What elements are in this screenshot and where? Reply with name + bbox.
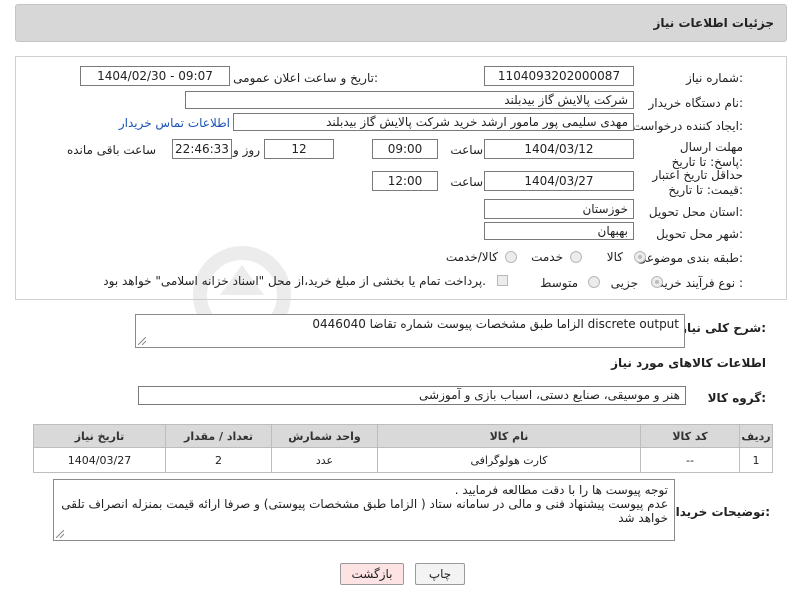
cell-code: -- <box>640 447 740 473</box>
notes-resize-handle-icon[interactable] <box>56 530 64 538</box>
process-radio-medium[interactable] <box>588 276 600 288</box>
col-unit: واحد شمارش <box>271 424 378 448</box>
resize-handle-icon[interactable] <box>138 337 146 345</box>
process-radio-partial[interactable] <box>651 276 663 288</box>
goods-table-header: ردیف کد کالا نام کالا واحد شمارش تعداد /… <box>33 424 773 448</box>
cell-qty: 2 <box>165 447 272 473</box>
description-label: شرح کلی نیاز: <box>680 321 766 335</box>
goods-section-title: اطلاعات کالاهای مورد نیاز <box>611 356 766 370</box>
col-name: نام کالا <box>377 424 641 448</box>
category-option-goods: کالا <box>606 250 623 264</box>
contact-info-link[interactable]: اطلاعات تماس خریدار <box>119 116 230 130</box>
panel-header: جزئیات اطلاعات نیاز <box>15 4 787 42</box>
col-row: ردیف <box>739 424 773 448</box>
reply-deadline-label: مهلت ارسال پاسخ: تا تاریخ: <box>671 140 743 169</box>
category-radio-service[interactable] <box>570 251 582 263</box>
cell-unit: عدد <box>271 447 378 473</box>
buyer-notes-field: توجه پیوست ها را با دقت مطالعه فرمایید .… <box>53 479 675 541</box>
category-radio-goods-service[interactable] <box>505 251 517 263</box>
page-title: جزئیات اطلاعات نیاز <box>653 16 774 30</box>
remaining-time-label: ساعت باقی مانده <box>66 143 156 157</box>
category-radio-goods[interactable] <box>634 251 646 263</box>
reply-time-field: 09:00 <box>372 139 438 159</box>
treasury-payment-checkbox[interactable] <box>497 275 508 286</box>
goods-group-field: هنر و موسیقی، صنایع دستی، اسباب بازی و آ… <box>138 386 686 405</box>
city-label: شهر محل تحویل: <box>656 227 743 241</box>
cell-row: 1 <box>739 447 773 473</box>
days-field: 12 <box>264 139 334 159</box>
buyer-org-label: نام دستگاه خریدار: <box>648 96 744 110</box>
price-time-field: 12:00 <box>372 171 438 191</box>
process-option-medium: متوسط <box>540 276 578 290</box>
category-option-goods-service: کالا/خدمت <box>445 250 498 264</box>
print-button[interactable]: چاپ <box>415 563 465 585</box>
need-number-field: 1104093202000087 <box>484 66 634 86</box>
col-qty: تعداد / مقدار <box>165 424 272 448</box>
province-field: خوزستان <box>484 199 634 219</box>
category-option-service: خدمت <box>531 250 563 264</box>
buyer-notes-label: توضیحات خریدار: <box>668 505 770 519</box>
buyer-notes-line2: عدم پیوست پیشنهاد فنی و مالی در سامانه س… <box>61 497 668 525</box>
col-code: کد کالا <box>640 424 740 448</box>
days-label: روز و <box>233 143 260 157</box>
buyer-notes-line1: توجه پیوست ها را با دقت مطالعه فرمایید . <box>454 483 668 497</box>
creator-label: ایجاد کننده درخواست: <box>632 119 743 133</box>
process-type-label: نوع فرآیند خرید : <box>658 276 743 290</box>
goods-table: ردیف کد کالا نام کالا واحد شمارش تعداد /… <box>33 424 773 473</box>
creator-field: مهدی سلیمی پور مامور ارشد خرید شرکت پالا… <box>233 113 634 131</box>
need-number-label: شماره نیاز: <box>685 71 743 85</box>
province-label: استان محل تحویل: <box>648 205 743 219</box>
back-button[interactable]: بازگشت <box>340 563 404 585</box>
reply-date-field: 1404/03/12 <box>484 139 634 159</box>
city-field: بهبهان <box>484 222 634 240</box>
description-text: discrete output الزاما طبق مشخصات پیوست … <box>312 317 679 331</box>
remaining-time-field: 22:46:33 <box>172 139 232 159</box>
category-label: طبقه بندی موضوعی: <box>636 251 743 265</box>
buyer-org-field: شرکت پالایش گاز بیدبلند <box>185 91 634 109</box>
table-row[interactable]: 1 -- کارت هولوگرافی عدد 2 1404/03/27 <box>33 447 773 473</box>
description-field: discrete output الزاما طبق مشخصات پیوست … <box>135 314 685 348</box>
announce-date-field: 1404/02/30 - 09:07 <box>80 66 230 86</box>
price-date-field: 1404/03/27 <box>484 171 634 191</box>
price-time-label: ساعت <box>450 175 483 189</box>
announce-date-label: تاریخ و ساعت اعلان عمومی: <box>233 71 378 85</box>
price-validity-label: حداقل تاریخ اعتبار قیمت: تا تاریخ: <box>652 168 743 197</box>
process-option-partial: جزیی <box>610 276 638 290</box>
goods-group-label: گروه کالا: <box>707 391 766 405</box>
col-date: تاریخ نیاز <box>33 424 166 448</box>
cell-name: کارت هولوگرافی <box>377 447 641 473</box>
reply-time-label: ساعت <box>450 143 483 157</box>
cell-date: 1404/03/27 <box>33 447 166 473</box>
treasury-payment-note: پرداخت تمام یا بخشی از مبلغ خرید،از محل … <box>103 274 486 288</box>
